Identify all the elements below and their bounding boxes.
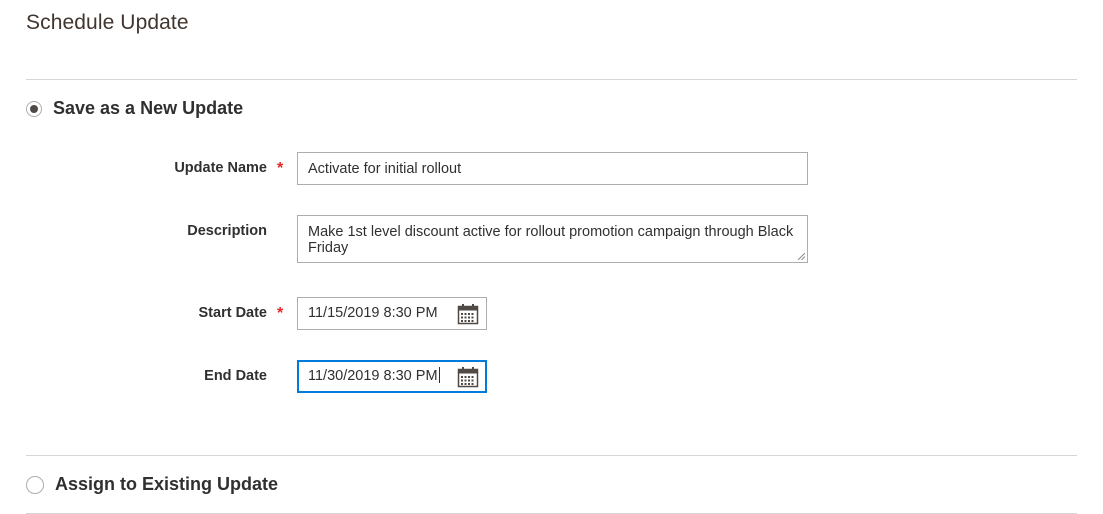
start-date-required-mark: *	[277, 305, 284, 322]
start-date-label: Start Date	[198, 305, 268, 321]
description-text: Make 1st level discount active for rollo…	[308, 224, 794, 256]
new-update-radio[interactable]	[26, 100, 42, 117]
calendar-icon[interactable]	[457, 366, 479, 388]
schedule-update-panel: Schedule Update Save as a New Update Upd…	[0, 0, 1103, 514]
page-title: Schedule Update	[26, 11, 189, 34]
middle-divider	[26, 455, 1077, 456]
end-date-text: 11/30/2019 8:30 PM	[308, 368, 438, 384]
end-date-input[interactable]: 11/30/2019 8:30 PM	[297, 360, 487, 393]
end-date-label: End Date	[204, 368, 267, 384]
new-update-label: Save as a New Update	[53, 98, 244, 118]
existing-update-option[interactable]: Assign to Existing Update	[26, 474, 278, 495]
start-date-input[interactable]: 11/15/2019 8:30 PM	[297, 297, 487, 330]
end-date-value: 11/30/2019 8:30 PM	[308, 361, 440, 392]
text-caret	[438, 367, 440, 383]
top-divider	[26, 79, 1077, 80]
update-name-required-mark: *	[277, 160, 284, 177]
update-name-label: Update Name	[174, 160, 267, 176]
description-textarea[interactable]: Make 1st level discount active for rollo…	[297, 215, 808, 263]
description-label: Description	[187, 223, 267, 239]
new-update-option[interactable]: Save as a New Update	[26, 98, 243, 119]
existing-update-label: Assign to Existing Update	[55, 474, 279, 494]
radio-dot	[30, 104, 38, 113]
existing-update-radio[interactable]	[26, 475, 44, 494]
resize-grip-icon[interactable]	[797, 252, 805, 260]
update-name-input[interactable]	[297, 152, 808, 185]
start-date-value: 11/15/2019 8:30 PM	[308, 305, 438, 321]
calendar-icon[interactable]	[457, 303, 479, 325]
